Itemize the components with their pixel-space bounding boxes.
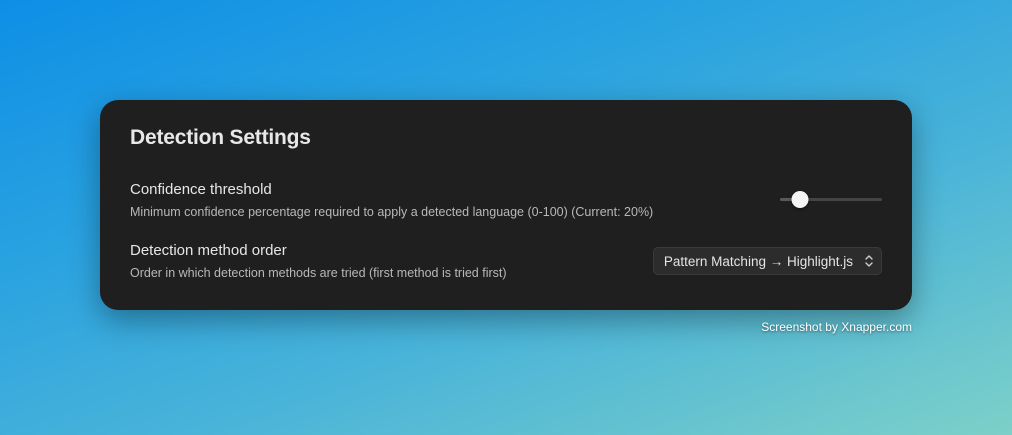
detection-settings-panel: Detection Settings Confidence threshold … (100, 100, 912, 310)
slider-thumb[interactable] (791, 191, 809, 208)
watermark: Screenshot by Xnapper.com (761, 320, 912, 334)
setting-detection-method-order: Detection method order Order in which de… (130, 242, 882, 281)
confidence-slider[interactable] (780, 187, 882, 211)
select-value: Pattern Matching → Highlight.js (663, 253, 853, 269)
setting-confidence-threshold: Confidence threshold Minimum confidence … (130, 181, 882, 220)
chevron-up-down-icon (865, 255, 873, 267)
detection-method-select[interactable]: Pattern Matching → Highlight.js (652, 247, 882, 275)
setting-description: Minimum confidence percentage required t… (130, 205, 654, 219)
panel-title: Detection Settings (130, 126, 311, 149)
setting-label: Confidence threshold (130, 181, 272, 198)
